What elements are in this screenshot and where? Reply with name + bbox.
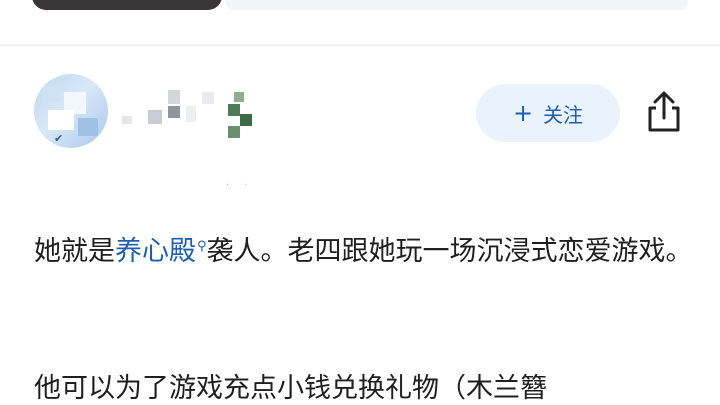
post-paragraph: 他可以为了游戏充点小钱兑换礼物（木兰簪 bbox=[34, 366, 694, 405]
plus-icon: + bbox=[512, 99, 534, 127]
previous-post-card[interactable] bbox=[0, 0, 720, 46]
post-text: 她就是 bbox=[34, 236, 115, 267]
search-icon: ⚲ bbox=[197, 239, 207, 254]
username-pixel bbox=[228, 104, 240, 116]
post-text: 袭人。老四跟她玩一场沉浸式恋爱游戏。 bbox=[206, 236, 693, 267]
previous-post-strip bbox=[226, 0, 688, 10]
username-pixel bbox=[148, 110, 162, 124]
username-pixel bbox=[168, 90, 180, 104]
share-icon bbox=[648, 91, 680, 132]
avatar-pixel bbox=[48, 110, 74, 130]
divider bbox=[0, 44, 720, 46]
avatar-pixel bbox=[78, 118, 98, 136]
search-link[interactable]: 养心殿 bbox=[115, 236, 196, 267]
username-pixel bbox=[202, 92, 214, 104]
username-pixel bbox=[122, 116, 132, 124]
username-pixel bbox=[240, 114, 252, 126]
avatar-pixel bbox=[42, 84, 60, 102]
follow-label: 关注 bbox=[543, 102, 584, 127]
post-view: ✔ + 关注 · · 她就是养心殿⚲袭人。老四跟她玩一场沉浸式恋爱游戏。 他可以… bbox=[0, 0, 720, 405]
username-pixel bbox=[186, 106, 196, 122]
avatar-badge-icon: ✔ bbox=[54, 132, 64, 145]
metadata-dots: · · bbox=[226, 180, 254, 191]
follow-button[interactable]: + 关注 bbox=[476, 84, 620, 142]
share-button[interactable] bbox=[644, 90, 684, 134]
username-pixel bbox=[228, 126, 240, 138]
username-pixel bbox=[168, 106, 180, 118]
previous-post-thumbnail[interactable] bbox=[32, 0, 222, 10]
post-paragraph: 她就是养心殿⚲袭人。老四跟她玩一场沉浸式恋爱游戏。 bbox=[34, 224, 694, 275]
post-text: 他可以为了游戏充点小钱兑换礼物（木兰簪 bbox=[34, 373, 547, 404]
avatar[interactable] bbox=[34, 74, 108, 148]
username-obscured[interactable] bbox=[122, 90, 272, 140]
username-pixel bbox=[234, 92, 244, 102]
